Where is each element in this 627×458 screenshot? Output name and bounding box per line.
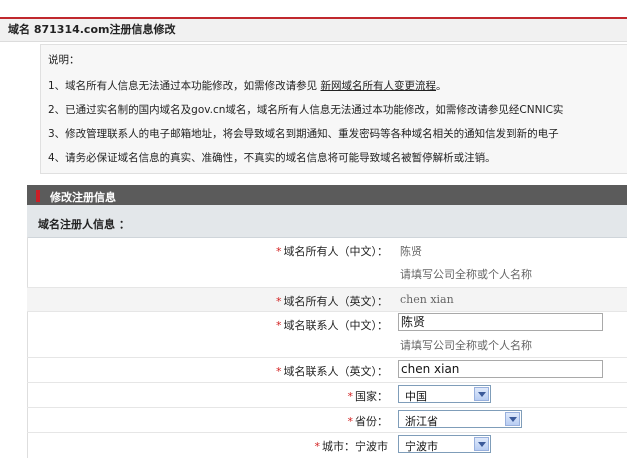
chevron-down-icon[interactable] xyxy=(505,412,520,426)
province-select-value: 浙江省 xyxy=(405,415,438,428)
city-select-value: 宁波市 xyxy=(405,440,438,453)
country-select-value: 中国 xyxy=(405,390,427,403)
notice-line-1-prefix: 1、域名所有人信息无法通过本功能修改，如需修改请参见 xyxy=(48,80,321,92)
form-left-border xyxy=(27,237,28,458)
registrant-info-title: 域名注册人信息 ： xyxy=(38,218,130,231)
contact-cn-input[interactable]: 陈贤 xyxy=(398,313,603,331)
required-mark: * xyxy=(314,440,321,453)
row-separator xyxy=(27,432,627,433)
required-mark: * xyxy=(276,295,282,308)
section-accent-bar xyxy=(36,190,40,202)
required-mark: * xyxy=(276,365,282,378)
notice-heading: 说明： xyxy=(48,54,80,66)
notice-line-4: 4、请务必保证域名信息的真实、准确性，不真实的域名信息将可能导致域名被暂停解析或… xyxy=(48,152,496,164)
city-label: * 城市：宁波市 xyxy=(314,440,389,453)
notice-line-1-suffix: 。 xyxy=(436,80,447,92)
row-separator xyxy=(27,382,627,383)
contact-en-label: * 域名联系人（英文）： xyxy=(276,365,388,378)
row-separator xyxy=(27,357,627,358)
required-mark: * xyxy=(347,390,354,403)
owner-cn-value: 陈贤 xyxy=(400,245,422,258)
owner-en-value: chen xian xyxy=(400,293,454,306)
contact-cn-hint: 请填写公司全称或个人名称 xyxy=(400,339,532,352)
province-label: * 省份： xyxy=(347,415,389,428)
chevron-down-icon[interactable] xyxy=(474,437,489,451)
notice-line-1: 1、域名所有人信息无法通过本功能修改，如需修改请参见 新网域名所有人变更流程。 xyxy=(48,78,447,93)
contact-en-input[interactable]: chen xian xyxy=(398,360,603,378)
country-label: * 国家： xyxy=(347,390,389,403)
country-select[interactable]: 中国 xyxy=(398,385,491,403)
owner-cn-label: * 域名所有人（中文）： xyxy=(276,245,388,258)
owner-change-process-link[interactable]: 新网域名所有人变更流程 xyxy=(321,80,437,92)
row-separator xyxy=(27,311,627,312)
section-header xyxy=(27,185,627,205)
chevron-down-icon[interactable] xyxy=(474,387,489,401)
contact-cn-label: * 域名联系人（中文）： xyxy=(276,319,388,332)
owner-en-label: * 域名所有人（英文）： xyxy=(276,295,388,308)
section-title: 修改注册信息 xyxy=(50,191,116,204)
required-mark: * xyxy=(276,245,282,258)
owner-cn-hint: 请填写公司全称或个人名称 xyxy=(400,268,532,281)
province-select[interactable]: 浙江省 xyxy=(398,410,522,428)
row-separator xyxy=(27,407,627,408)
page-title: 域名 871314.com注册信息修改 xyxy=(8,23,176,36)
row-separator xyxy=(27,287,627,288)
required-mark: * xyxy=(347,415,354,428)
required-mark: * xyxy=(276,319,282,332)
notice-line-2: 2、已通过实名制的国内域名及gov.cn域名，域名所有人信息无法通过本功能修改，… xyxy=(48,104,564,116)
notice-line-3: 3、修改管理联系人的电子邮箱地址，将会导致域名到期通知、重发密码等各种域名相关的… xyxy=(48,128,559,140)
city-select[interactable]: 宁波市 xyxy=(398,435,491,453)
